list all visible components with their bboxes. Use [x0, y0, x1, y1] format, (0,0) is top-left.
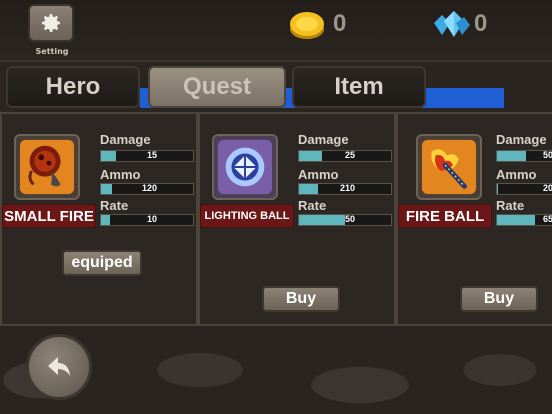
lighting-ball-icon [212, 134, 278, 200]
gem-count: 0 [474, 10, 488, 37]
rate-fill [101, 215, 111, 225]
ammo-bar: 120 [100, 183, 194, 195]
damage-label: Damage [100, 132, 151, 147]
rate-value: 50 [344, 214, 355, 224]
rate-value: 65 [542, 214, 552, 224]
ammo-bar: 20 [496, 183, 552, 195]
rate-label: Rate [100, 198, 129, 213]
tab-quest[interactable]: Quest [148, 66, 286, 108]
item-card-small-fire: SMALL FIRE Damage 15 Ammo 120 Rate 10 eq… [0, 112, 198, 326]
rate-fill [299, 215, 345, 225]
item-name: LIGHTING BALL [200, 204, 294, 228]
damage-value: 15 [146, 150, 157, 160]
damage-fill [497, 151, 526, 161]
buy-button[interactable]: Buy [262, 286, 340, 312]
tab-hero[interactable]: Hero [6, 66, 140, 108]
equiped-button[interactable]: equiped [62, 250, 142, 276]
back-button[interactable] [26, 334, 92, 400]
ammo-value: 20 [542, 183, 552, 193]
ammo-label: Ammo [496, 167, 537, 182]
rate-bar: 10 [100, 214, 194, 226]
rate-bar: 65 [496, 214, 552, 226]
ammo-value: 120 [141, 183, 157, 193]
settings-button[interactable] [28, 4, 74, 42]
buy-button[interactable]: Buy [460, 286, 538, 312]
rate-fill [497, 215, 535, 225]
back-arrow-icon [48, 357, 70, 376]
damage-bar: 50 [496, 150, 552, 162]
ammo-label: Ammo [298, 167, 339, 182]
item-name: FIRE BALL [398, 204, 492, 228]
ammo-fill [497, 184, 499, 194]
ammo-label: Ammo [100, 167, 141, 182]
item-card-fire-ball: FIRE BALL Damage 50 Ammo 20 Rate 65 Buy [396, 112, 552, 326]
damage-label: Damage [496, 132, 547, 147]
ammo-value: 210 [339, 183, 355, 193]
rate-label: Rate [496, 198, 525, 213]
coin-count: 0 [333, 10, 347, 37]
damage-bar: 15 [100, 150, 194, 162]
damage-value: 50 [542, 150, 552, 160]
rate-value: 10 [146, 214, 157, 224]
ammo-fill [101, 184, 113, 194]
gear-icon [42, 14, 61, 32]
rate-bar: 50 [298, 214, 392, 226]
fire-ball-icon [416, 134, 482, 200]
gem-icon [434, 11, 470, 37]
damage-label: Damage [298, 132, 349, 147]
coin-icon [290, 12, 324, 39]
rate-label: Rate [298, 198, 327, 213]
small-fire-icon [14, 134, 80, 200]
top-bar: Setting 0 0 [0, 0, 552, 62]
ammo-bar: 210 [298, 183, 392, 195]
item-name: SMALL FIRE [2, 204, 96, 228]
damage-value: 25 [344, 150, 355, 160]
ammo-fill [299, 184, 319, 194]
tab-item[interactable]: Item [292, 66, 426, 108]
damage-fill [101, 151, 116, 161]
settings-label: Setting [35, 47, 69, 56]
damage-fill [299, 151, 322, 161]
item-card-lighting-ball: LIGHTING BALL Damage 25 Ammo 210 Rate 50… [198, 112, 396, 326]
damage-bar: 25 [298, 150, 392, 162]
